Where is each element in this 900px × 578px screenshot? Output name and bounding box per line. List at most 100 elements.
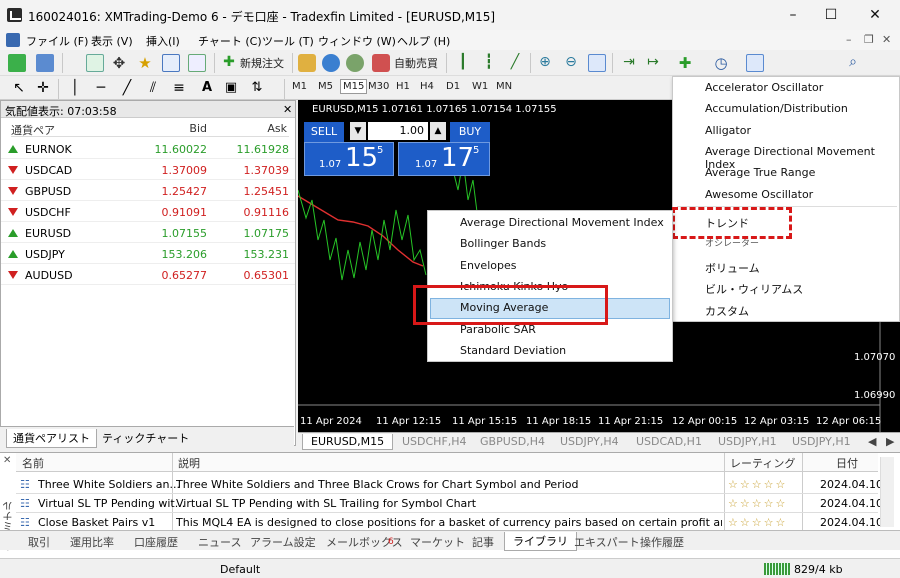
tab-exposure[interactable]: 運用比率 <box>70 534 114 550</box>
sell-button[interactable]: SELL <box>304 122 344 142</box>
search-icon[interactable]: ⌕ <box>844 54 862 72</box>
timeframe-h4[interactable]: H4 <box>420 81 434 92</box>
timeframe-d1[interactable]: D1 <box>446 81 460 92</box>
tab-symbols[interactable]: 通貨ペアリスト <box>6 429 97 448</box>
chart-tab[interactable]: GBPUSD,H4 <box>480 435 545 448</box>
menu-file[interactable]: ファイル (F) <box>26 33 88 49</box>
tab-library[interactable]: ライブラリ <box>504 532 577 551</box>
terminal-scrollbar[interactable] <box>880 457 894 527</box>
col-date[interactable]: 日付 <box>836 455 858 471</box>
market-icon[interactable] <box>322 54 340 72</box>
tab-journal[interactable]: 操作履歴 <box>640 534 684 550</box>
minimize-button[interactable]: – <box>778 4 808 26</box>
chart-window-icon[interactable] <box>6 33 20 47</box>
tab-scroll-right-icon[interactable]: ▶ <box>886 435 894 448</box>
line-chart-icon[interactable]: ╱ <box>506 54 524 72</box>
timeframe-mn[interactable]: MN <box>496 81 512 92</box>
chart-tab-active[interactable]: EURUSD,M15 <box>302 434 394 450</box>
indicator-menu-item[interactable]: ビル・ウィリアムス <box>705 281 803 297</box>
maximize-button[interactable]: ☐ <box>816 4 846 26</box>
menu-window[interactable]: ウィンドウ (W) <box>318 33 396 49</box>
tab-articles[interactable]: 記事 <box>472 534 494 550</box>
col-bid[interactable]: Bid <box>129 119 209 137</box>
timeframe-m15[interactable]: M15 <box>340 79 368 94</box>
chart-tab[interactable]: USDJPY,H1 <box>718 435 777 448</box>
new-order-icon[interactable]: ✚ <box>220 54 238 72</box>
fibonacci-icon[interactable]: ≡ <box>170 80 188 98</box>
indicator-menu-item[interactable]: Accelerator Oscillator <box>705 81 823 94</box>
trend-menu-item[interactable]: Standard Deviation <box>460 344 566 357</box>
timeframe-m30[interactable]: M30 <box>368 81 389 92</box>
indicator-menu-item[interactable]: ボリューム <box>705 260 760 276</box>
profile-name[interactable]: Default <box>220 563 260 576</box>
label-tool-icon[interactable]: ▣ <box>222 80 240 98</box>
horizontal-line-icon[interactable]: ─ <box>92 80 110 98</box>
tab-trade[interactable]: 取引 <box>28 534 50 550</box>
chart-shift-icon[interactable]: ↦ <box>644 54 662 72</box>
tab-account-history[interactable]: 口座履歴 <box>134 534 178 550</box>
col-description[interactable]: 説明 <box>178 455 200 471</box>
buy-button[interactable]: BUY <box>450 122 490 142</box>
trend-menu-item[interactable]: Bollinger Bands <box>460 237 546 250</box>
bar-chart-icon[interactable]: ┃ <box>454 54 472 72</box>
zoom-out-icon[interactable]: ⊖ <box>562 54 580 72</box>
crosshair-icon[interactable]: ✛ <box>34 80 52 98</box>
indicators-icon[interactable]: ✚ <box>676 54 694 72</box>
library-row[interactable]: ☷ Virtual SL TP Pending wit... Virtual S… <box>16 494 883 513</box>
indicator-menu-item[interactable]: カスタム <box>705 303 749 319</box>
tab-news[interactable]: ニュース <box>198 534 241 550</box>
trendline-icon[interactable]: ╱ <box>118 80 136 98</box>
periods-icon[interactable]: ◷ <box>712 54 730 72</box>
mdi-restore-icon[interactable]: ❐ <box>864 33 874 46</box>
auto-trading-icon[interactable] <box>372 54 390 72</box>
market-watch-row[interactable]: GBPUSD 1.25427 1.25451 <box>1 181 295 201</box>
indicator-menu-item[interactable]: Accumulation/Distribution <box>705 102 848 115</box>
mdi-close-icon[interactable]: ✕ <box>882 33 891 46</box>
templates-icon[interactable] <box>746 54 764 72</box>
col-ask[interactable]: Ask <box>209 119 289 137</box>
tab-experts[interactable]: エキスパート <box>574 534 640 550</box>
col-pair[interactable]: 通貨ペア <box>11 119 129 137</box>
profiles-icon[interactable] <box>36 54 54 72</box>
terminal-icon[interactable] <box>162 54 180 72</box>
market-watch-row[interactable]: EURNOK 11.60022 11.61928 <box>1 139 295 159</box>
trend-menu-item[interactable]: Average Directional Movement Index <box>460 216 664 229</box>
text-tool-icon[interactable]: A <box>198 80 216 98</box>
indicator-menu-item[interactable]: Average True Range <box>705 166 815 179</box>
market-watch-row[interactable]: USDJPY 153.206 153.231 <box>1 244 295 264</box>
chart-tab[interactable]: USDJPY,H1 <box>792 435 851 448</box>
timeframe-m1[interactable]: M1 <box>292 81 307 92</box>
lot-increase-icon[interactable]: ▲ <box>430 122 446 140</box>
indicator-menu-item[interactable]: Alligator <box>705 124 751 137</box>
terminal-close-icon[interactable]: ✕ <box>3 455 11 466</box>
close-button[interactable]: ✕ <box>860 4 890 26</box>
library-row[interactable]: ☷ Three White Soldiers an... Three White… <box>16 475 883 494</box>
sell-price-panel[interactable]: 1.07 15 5 <box>304 142 394 176</box>
market-watch-row[interactable]: USDCHF 0.91091 0.91116 <box>1 202 295 222</box>
timeframe-m5[interactable]: M5 <box>318 81 333 92</box>
chart-tab[interactable]: USDCHF,H4 <box>402 435 467 448</box>
new-order-button[interactable]: 新規注文 <box>240 55 284 71</box>
chart-tab[interactable]: USDJPY,H4 <box>560 435 619 448</box>
mdi-minimize-icon[interactable]: – <box>846 33 852 46</box>
tab-alerts[interactable]: アラーム設定 <box>250 534 316 550</box>
market-watch-row[interactable]: AUDUSD 0.65277 0.65301 <box>1 265 295 285</box>
market-watch-close-icon[interactable]: ✕ <box>283 103 292 116</box>
col-rating[interactable]: レーティング <box>730 455 795 471</box>
signals-icon[interactable] <box>346 54 364 72</box>
data-window-icon[interactable]: ✥ <box>110 54 128 72</box>
auto-scroll-icon[interactable]: ⇥ <box>620 54 638 72</box>
arrows-tool-icon[interactable]: ⇅ <box>248 80 266 98</box>
market-watch-icon[interactable] <box>86 54 104 72</box>
menu-help[interactable]: ヘルプ (H) <box>397 33 450 49</box>
candlestick-icon[interactable]: ┇ <box>480 54 498 72</box>
indicator-menu-item[interactable]: Awesome Oscillator <box>705 188 813 201</box>
zoom-in-icon[interactable]: ⊕ <box>536 54 554 72</box>
col-name[interactable]: 名前 <box>22 455 44 471</box>
navigator-icon[interactable]: ★ <box>136 54 154 72</box>
metaeditor-icon[interactable] <box>298 54 316 72</box>
menu-view[interactable]: 表示 (V) <box>91 33 133 49</box>
tab-scroll-left-icon[interactable]: ◀ <box>868 435 876 448</box>
channel-icon[interactable]: ⫽ <box>144 80 162 98</box>
cursor-icon[interactable]: ↖ <box>10 80 28 98</box>
